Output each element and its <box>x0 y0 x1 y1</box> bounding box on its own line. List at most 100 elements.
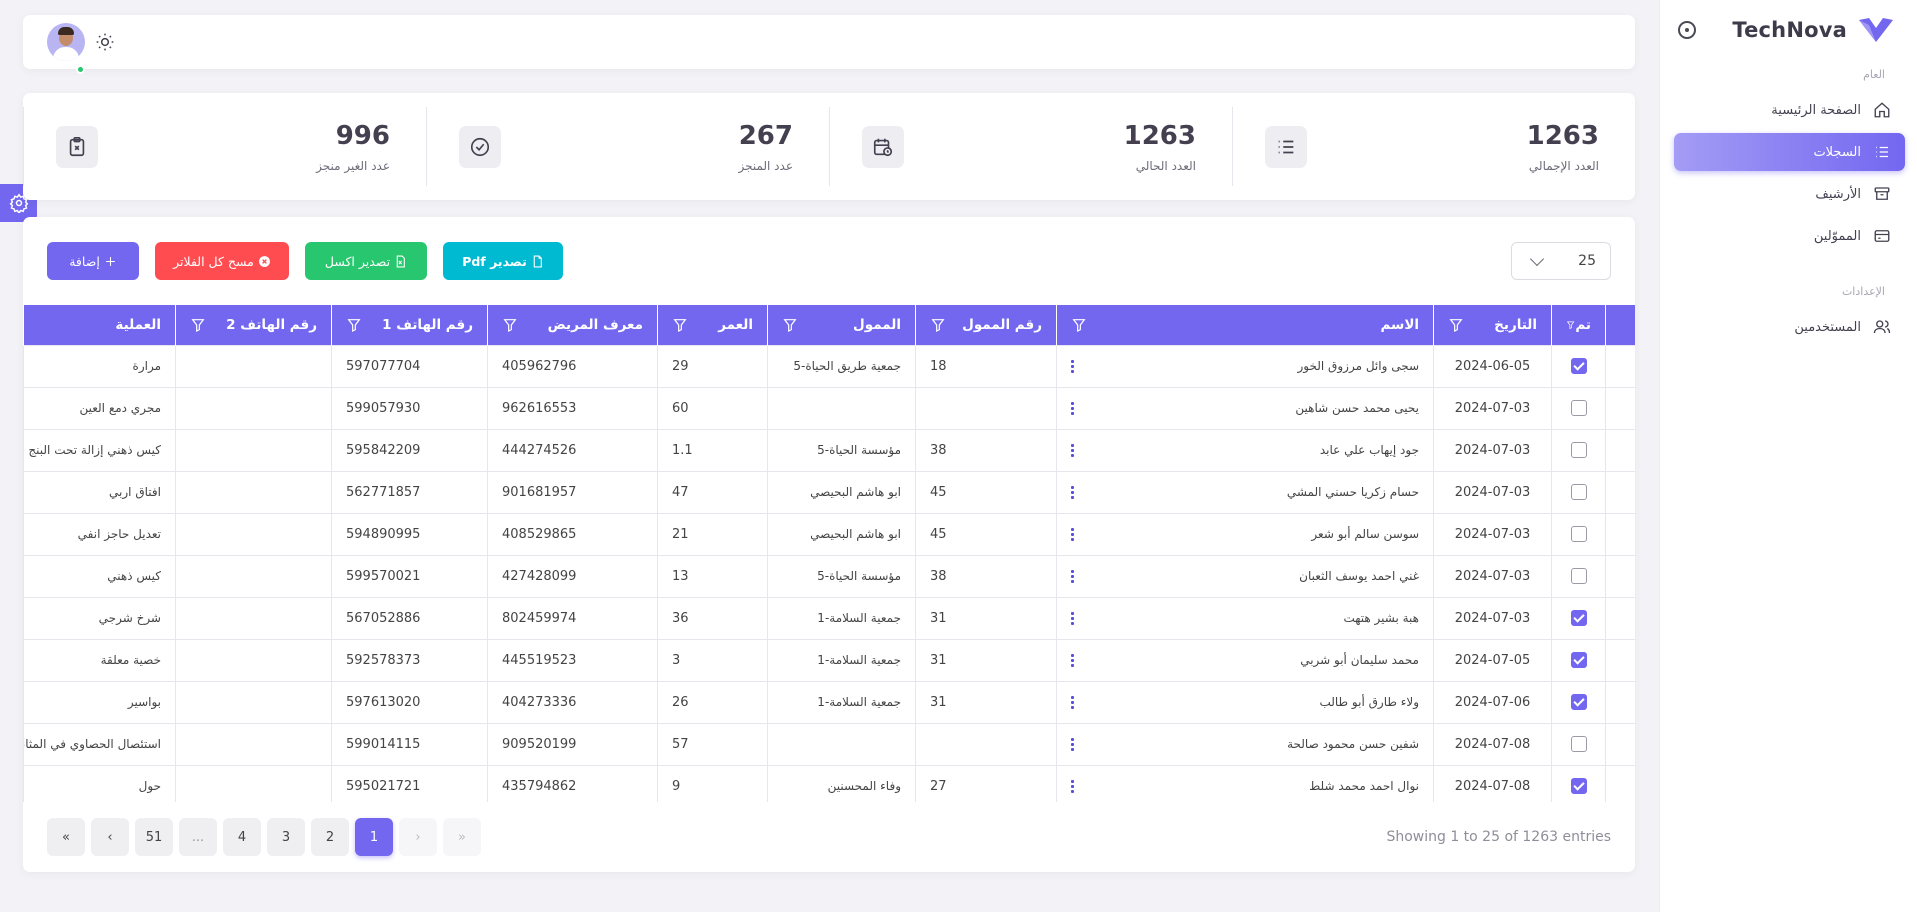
filter-icon[interactable] <box>782 317 798 333</box>
table-row[interactable]: 6 2024-07-03 غني احمد يوسف الثعبان 38مؤسسة … <box>23 554 1635 598</box>
sidebar-item-users[interactable]: المستخدمين <box>1674 308 1905 346</box>
filter-icon[interactable] <box>672 317 688 333</box>
header-name[interactable]: الاسم <box>1056 305 1434 345</box>
sidebar-item-funders[interactable]: المموّلين <box>1674 217 1905 255</box>
header-operation[interactable]: العملية <box>23 305 176 345</box>
table-row[interactable]: 8 2024-07-05 محمد سليمان أبو شربي 31جمعية ا… <box>23 638 1635 682</box>
done-checkbox[interactable] <box>1570 568 1587 584</box>
header-label: التاريخ <box>1494 316 1537 333</box>
filter-icon[interactable] <box>190 317 206 333</box>
row-menu-icon[interactable] <box>1071 568 1074 584</box>
filter-icon[interactable] <box>930 317 946 333</box>
filter-icon[interactable] <box>1566 317 1575 333</box>
page-button[interactable]: 2 <box>311 818 349 856</box>
cell-done[interactable] <box>1551 680 1606 724</box>
cell-done[interactable] <box>1551 722 1606 766</box>
sidebar-toggle-icon[interactable] <box>1678 21 1696 39</box>
done-checkbox[interactable] <box>1570 610 1587 626</box>
row-menu-icon[interactable] <box>1071 526 1074 542</box>
page-button[interactable]: 3 <box>267 818 305 856</box>
prev-page-button[interactable]: ‹ <box>91 818 129 856</box>
sidebar-item-label: المموّلين <box>1813 228 1861 244</box>
avatar[interactable] <box>47 23 85 61</box>
table-row[interactable]: 2 2024-07-03 يحيى محمد حسن شاهين 6096261655… <box>23 386 1635 430</box>
table-row[interactable]: 5 2024-07-03 سوسن سالم أبو شعر 45ابو هاشم ا… <box>23 512 1635 556</box>
row-menu-icon[interactable] <box>1071 484 1074 500</box>
header-funder-no[interactable]: رقم الممول <box>915 305 1057 345</box>
header-funder[interactable]: الممول <box>767 305 916 345</box>
cell-done[interactable] <box>1551 638 1606 682</box>
row-menu-icon[interactable] <box>1071 778 1074 794</box>
done-checkbox[interactable] <box>1570 694 1587 710</box>
done-checkbox[interactable] <box>1570 442 1587 458</box>
check-circle-icon <box>470 137 490 156</box>
cell-phone2 <box>175 344 332 388</box>
export-excel-button[interactable]: تصدير اكسل <box>305 242 427 280</box>
online-status-dot <box>76 65 85 74</box>
table-row[interactable]: 1 2024-06-05 سجى وائل مرزوق الخور 18جمعية ط… <box>23 344 1635 388</box>
header-phone1[interactable]: رقم الهاتف 1 <box>331 305 488 345</box>
row-menu-icon[interactable] <box>1071 736 1074 752</box>
cell-done[interactable] <box>1551 764 1606 802</box>
page-button-current[interactable]: 1 <box>355 818 393 856</box>
page-button[interactable]: 51 <box>135 818 173 856</box>
cell-operation: تعديل حاجز انفي <box>23 512 176 556</box>
done-checkbox[interactable] <box>1570 358 1587 374</box>
header-date[interactable]: التاريخ <box>1433 305 1552 345</box>
sidebar-item-records[interactable]: السجلات <box>1674 133 1905 171</box>
cell-date: 2024-07-05 <box>1433 638 1552 682</box>
clear-filters-button[interactable]: مسح كل الفلاتر <box>155 242 289 280</box>
done-checkbox[interactable] <box>1570 400 1587 416</box>
table-row[interactable]: 7 2024-07-03 هبة بشير هتهت 31جمعية السلامة-… <box>23 596 1635 640</box>
row-menu-icon[interactable] <box>1071 358 1074 374</box>
header-age[interactable]: العمر <box>657 305 768 345</box>
first-page-button[interactable]: « <box>47 818 85 856</box>
filter-icon[interactable] <box>346 317 362 333</box>
row-menu-icon[interactable] <box>1071 400 1074 416</box>
cell-done[interactable] <box>1551 512 1606 556</box>
add-button[interactable]: إضافة <box>47 242 139 280</box>
cell-done[interactable] <box>1551 428 1606 472</box>
cell-name: هبة بشير هتهت <box>1056 596 1434 640</box>
page-button[interactable]: 4 <box>223 818 261 856</box>
export-pdf-button[interactable]: تصدير Pdf <box>443 242 563 280</box>
cell-age: 3 <box>657 638 768 682</box>
cell-phone1: 595021721 <box>331 764 488 802</box>
sidebar-item-archive[interactable]: الأرشيف <box>1674 175 1905 213</box>
cell-done[interactable] <box>1551 596 1606 640</box>
table-row[interactable]: 4 2024-07-03 حسام زكريا حسني المشي 45ابو ها… <box>23 470 1635 514</box>
row-menu-icon[interactable] <box>1071 694 1074 710</box>
cell-done[interactable] <box>1551 386 1606 430</box>
table-row[interactable]: 3 2024-07-03 جود إيهاب علي عابد 38مؤسسة الح… <box>23 428 1635 472</box>
done-checkbox[interactable] <box>1570 736 1587 752</box>
cell-done[interactable] <box>1551 470 1606 514</box>
header-phone2[interactable]: رقم الهاتف 2 <box>175 305 332 345</box>
sun-icon[interactable] <box>95 32 115 52</box>
done-checkbox[interactable] <box>1570 526 1587 542</box>
filter-icon[interactable] <box>502 317 518 333</box>
row-menu-icon[interactable] <box>1071 610 1074 626</box>
page-size-select[interactable]: 25 <box>1511 242 1611 280</box>
table-row[interactable]: 11 2024-07-08 نوال احمد محمد شلط 27وفاء الم… <box>23 764 1635 802</box>
last-page-button[interactable]: » <box>443 818 481 856</box>
header-done[interactable]: تم <box>1551 305 1606 345</box>
done-checkbox[interactable] <box>1570 484 1587 500</box>
filter-icon[interactable] <box>1071 317 1087 333</box>
cell-done[interactable] <box>1551 344 1606 388</box>
done-checkbox[interactable] <box>1570 778 1587 794</box>
header-patient-id[interactable]: معرف المريض <box>487 305 658 345</box>
table-row[interactable]: 9 2024-07-06 ولاء طارق أبو طالب 31جمعية الس… <box>23 680 1635 724</box>
row-menu-icon[interactable] <box>1071 652 1074 668</box>
done-checkbox[interactable] <box>1570 652 1587 668</box>
brand: TechNova <box>1660 0 1917 60</box>
cell-done[interactable] <box>1551 554 1606 598</box>
cell-funder: جمعية السلامة-1 <box>767 638 916 682</box>
filter-icon[interactable] <box>1448 317 1464 333</box>
next-page-button[interactable]: › <box>399 818 437 856</box>
cell-phone1: 597613020 <box>331 680 488 724</box>
sidebar-item-home[interactable]: الصفحة الرئيسية <box>1674 91 1905 129</box>
row-menu-icon[interactable] <box>1071 442 1074 458</box>
table-row[interactable]: 10 2024-07-08 شفين حسن محمود صالحة 57909520… <box>23 722 1635 766</box>
stat-value: 267 <box>738 120 793 151</box>
patient-name: نوال احمد محمد شلط <box>1309 779 1419 793</box>
